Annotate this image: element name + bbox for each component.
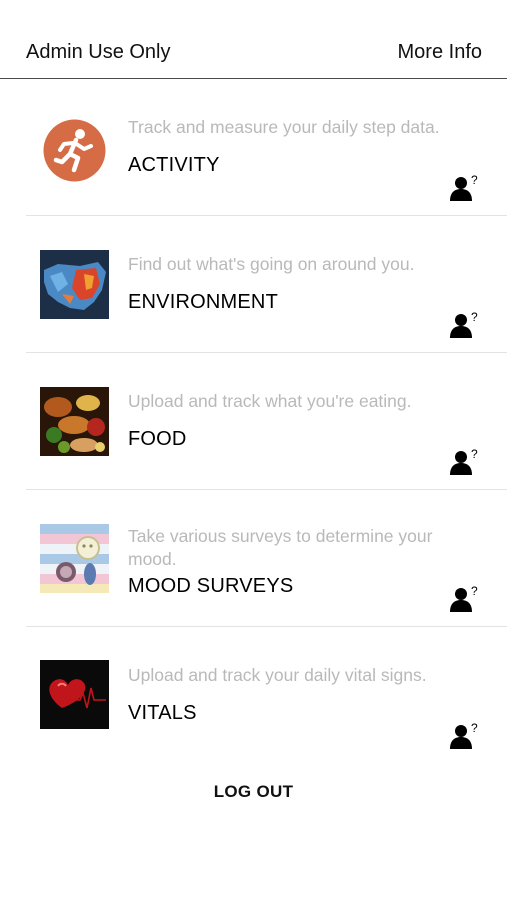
person-question-icon[interactable]: ? — [449, 173, 479, 203]
module-row-activity[interactable]: Track and measure your daily step data. … — [0, 79, 507, 216]
mood-surveys-description: Take various surveys to determine your m… — [128, 526, 433, 569]
activity-title: ACTIVITY — [128, 154, 220, 176]
activity-icon — [40, 116, 109, 185]
mood-image — [40, 524, 109, 593]
admin-use-only-button[interactable]: Admin Use Only — [26, 40, 171, 64]
vitals-description: Upload and track your daily vital signs. — [128, 665, 427, 685]
logout-button[interactable]: LOG OUT — [0, 782, 507, 802]
mood-surveys-title: MOOD SURVEYS — [128, 575, 294, 597]
vitals-title: VITALS — [128, 702, 197, 724]
person-question-icon[interactable]: ? — [449, 584, 479, 614]
person-question-icon[interactable]: ? — [449, 310, 479, 340]
svg-text:?: ? — [471, 447, 478, 461]
activity-description: Track and measure your daily step data. — [128, 117, 440, 137]
food-title: FOOD — [128, 428, 187, 450]
svg-text:?: ? — [471, 584, 478, 598]
environment-map-image — [40, 250, 109, 319]
food-image — [40, 387, 109, 456]
person-question-icon[interactable]: ? — [449, 447, 479, 477]
svg-text:?: ? — [471, 310, 478, 324]
module-row-environment[interactable]: Find out what's going on around you. ENV… — [0, 216, 507, 353]
more-info-button[interactable]: More Info — [398, 40, 482, 64]
environment-description: Find out what's going on around you. — [128, 254, 415, 274]
svg-text:?: ? — [471, 173, 478, 187]
module-row-food[interactable]: Upload and track what you're eating. FOO… — [0, 353, 507, 490]
food-description: Upload and track what you're eating. — [128, 391, 412, 411]
module-row-vitals[interactable]: Upload and track your daily vital signs.… — [0, 627, 507, 764]
vitals-heart-image — [40, 660, 109, 729]
top-bar: Admin Use Only More Info — [0, 0, 507, 79]
module-row-mood-surveys[interactable]: Take various surveys to determine your m… — [0, 490, 507, 627]
environment-title: ENVIRONMENT — [128, 291, 278, 313]
svg-text:?: ? — [471, 721, 478, 735]
person-question-icon[interactable]: ? — [449, 721, 479, 751]
